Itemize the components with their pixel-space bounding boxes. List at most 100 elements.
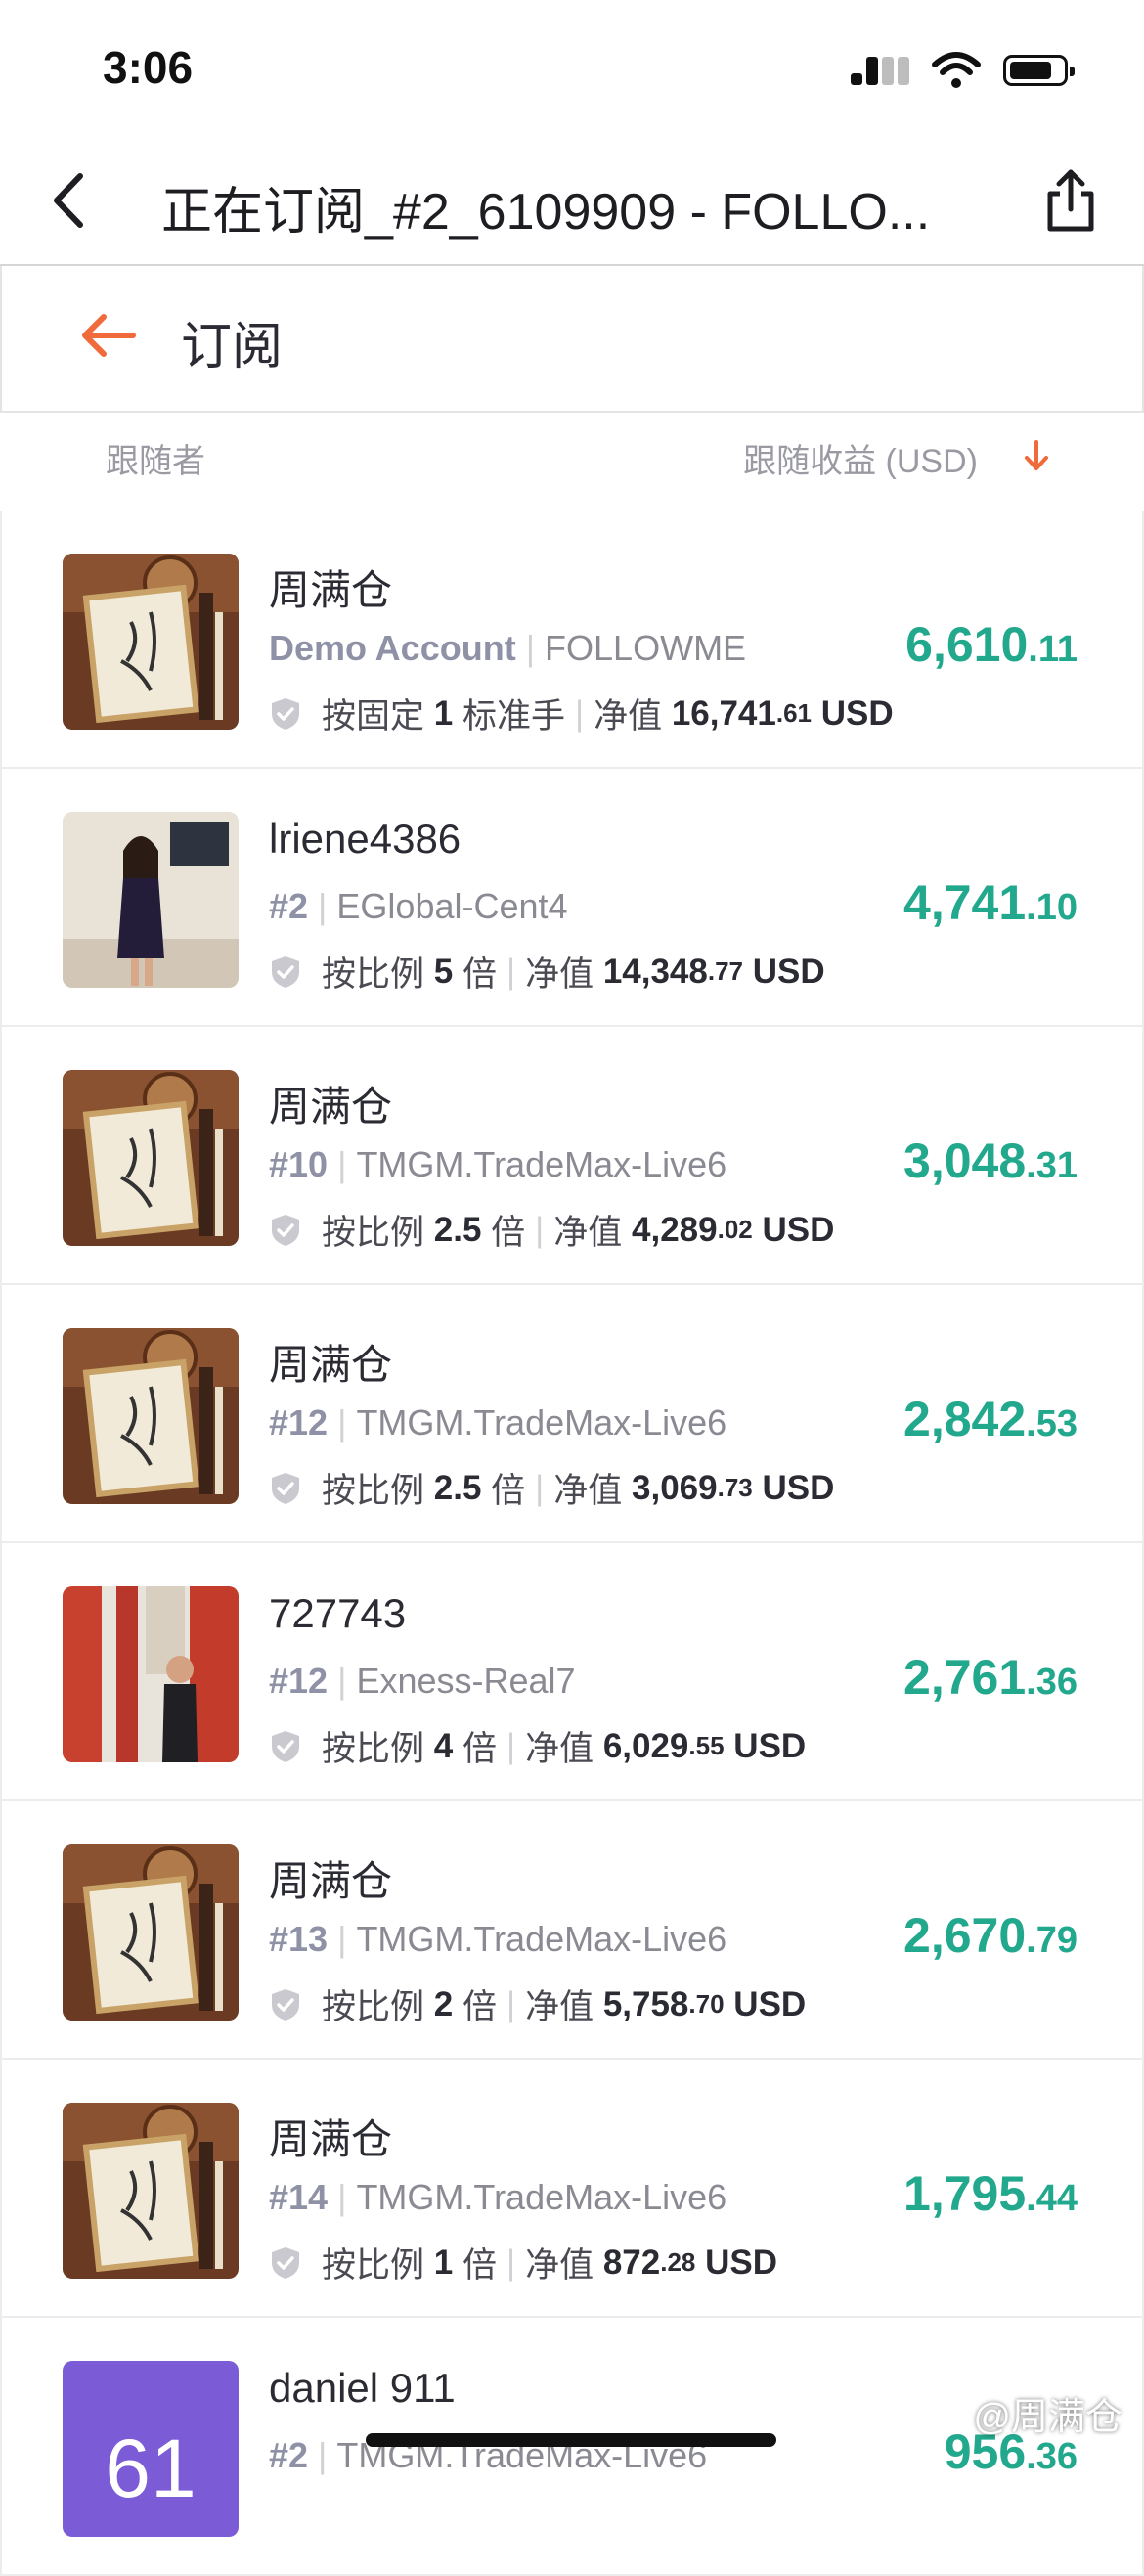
server-name: TMGM.TradeMax-Live6 [356, 1402, 727, 1443]
copy-factor: 4 [433, 1726, 454, 1765]
follower-name: 周满仓 [269, 2116, 393, 2162]
shield-check-icon [272, 697, 299, 730]
copy-settings: 按比例 4 倍 | 净值 6,029.55 USD [269, 1721, 806, 1771]
copy-settings: 按比例 1 倍 | 净值 872.28 USD [269, 2238, 777, 2287]
server-name: EGlobal-Cent4 [336, 886, 568, 926]
equity-int: 14,348 [602, 952, 708, 991]
status-time: 3:06 [103, 42, 194, 93]
avatar-initials: 61 [105, 2421, 197, 2514]
account-id: #14 [269, 2177, 329, 2217]
profit-dec: .11 [1028, 629, 1078, 670]
list-item[interactable]: 周满仓 Demo Account | FOLLOWME 按固定 1 标准手 | 净值 1… [0, 511, 1144, 769]
copy-mode: 按比例 [322, 2246, 425, 2285]
copy-settings: 按比例 5 倍 | 净值 14,348.77 USD [269, 947, 825, 997]
list-item[interactable]: 727743 #12 | Exness-Real7 按比例 4 倍 | 净值 6,029… [0, 1543, 1144, 1801]
copy-mode: 按比例 [322, 1988, 425, 2026]
wifi-icon [932, 52, 981, 88]
back-chevron-icon[interactable] [39, 166, 98, 235]
avatar [63, 554, 239, 730]
server-name: TMGM.TradeMax-Live6 [356, 2177, 727, 2217]
follow-profit: 4,741.10 [903, 874, 1078, 931]
follower-name: 周满仓 [269, 1858, 393, 1904]
profit-dec: .44 [1026, 2178, 1078, 2219]
follow-profit: 2,842.53 [903, 1391, 1078, 1447]
server-name: TMGM.TradeMax-Live6 [356, 1144, 727, 1184]
copy-settings: 按固定 1 标准手 | 净值 16,741.61 USD [269, 688, 894, 738]
list-item[interactable]: 61 daniel 911 #2 | TMGM.TradeMax-Live6 956… [0, 2318, 1144, 2576]
copy-factor: 2 [433, 1984, 454, 2023]
profit-dec: .53 [1026, 1403, 1078, 1444]
equity-int: 872 [602, 2243, 661, 2282]
follower-name: 周满仓 [269, 1342, 393, 1388]
copy-factor: 2.5 [433, 1210, 482, 1249]
profit-dec: .31 [1026, 1145, 1078, 1186]
home-indicator[interactable] [366, 2433, 776, 2447]
account-info: #10 | TMGM.TradeMax-Live6 [269, 1144, 727, 1184]
section-title: 订阅 [181, 319, 284, 376]
equity-label: 净值 [525, 1730, 594, 1768]
profit-dec: .36 [1026, 2436, 1078, 2477]
follower-list: 周满仓 Demo Account | FOLLOWME 按固定 1 标准手 | 净值 1… [0, 511, 1144, 2576]
avatar [63, 1070, 239, 1246]
follower-name: daniel 911 [269, 2365, 456, 2411]
account-id: #13 [269, 1919, 329, 1959]
shield-check-icon [272, 1730, 299, 1762]
back-arrow-icon[interactable] [78, 305, 139, 366]
follower-name: 周满仓 [269, 567, 393, 613]
equity-label: 净值 [525, 955, 594, 994]
avatar [63, 1844, 239, 2021]
status-icons [851, 51, 1075, 90]
follower-name: 727743 [269, 1590, 407, 1636]
account-info: #13 | TMGM.TradeMax-Live6 [269, 1919, 727, 1959]
currency: USD [752, 952, 825, 991]
account-id: #2 [269, 886, 309, 926]
navigation-bar: 正在订阅_#2_6109909 - FOLLO... [0, 137, 1144, 266]
page-title: 正在订阅_#2_6109909 - FOLLO... [161, 184, 931, 241]
equity-label: 净值 [553, 1472, 623, 1510]
copy-unit: 倍 [462, 2246, 497, 2285]
copy-unit: 倍 [491, 1472, 526, 1510]
column-header: 跟随者 跟随收益 (USD) [0, 413, 1144, 511]
list-item[interactable]: 周满仓 #12 | TMGM.TradeMax-Live6 按比例 2.5 倍 | 净值… [0, 1285, 1144, 1543]
sort-down-arrow-icon[interactable] [1017, 436, 1056, 475]
equity-int: 6,029 [602, 1726, 689, 1765]
follow-profit: 1,795.44 [903, 2165, 1078, 2222]
equity-int: 4,289 [632, 1210, 718, 1249]
equity-int: 16,741 [671, 693, 776, 733]
follower-name: 周满仓 [269, 1084, 393, 1130]
list-item[interactable]: 周满仓 #10 | TMGM.TradeMax-Live6 按比例 2.5 倍 | 净值… [0, 1027, 1144, 1285]
profit-dec: .10 [1026, 887, 1078, 928]
column-follow-profit[interactable]: 跟随收益 (USD) [743, 434, 978, 482]
equity-dec: .70 [688, 1989, 725, 2019]
list-item[interactable]: 周满仓 #13 | TMGM.TradeMax-Live6 按比例 2 倍 | 净值 5… [0, 1801, 1144, 2060]
copy-unit: 倍 [462, 1988, 497, 2026]
cellular-signal-icon [851, 56, 909, 85]
copy-factor: 1 [433, 2243, 454, 2282]
equity-dec: .61 [775, 698, 813, 728]
copy-unit: 倍 [491, 1214, 526, 1252]
copy-factor: 1 [433, 693, 454, 733]
avatar [63, 2103, 239, 2279]
avatar: 61 [63, 2361, 239, 2537]
watermark: @周满仓 [973, 2397, 1122, 2438]
account-id: #10 [269, 1144, 329, 1184]
account-id: Demo Account [269, 628, 516, 668]
list-item[interactable]: 周满仓 #14 | TMGM.TradeMax-Live6 按比例 1 倍 | 净值 8… [0, 2060, 1144, 2318]
currency: USD [705, 2243, 778, 2282]
profit-int: 2,761 [903, 1650, 1027, 1705]
copy-mode: 按比例 [322, 955, 425, 994]
account-info: #2 | EGlobal-Cent4 [269, 886, 568, 926]
copy-unit: 倍 [462, 955, 497, 994]
profit-int: 3,048 [903, 1133, 1027, 1188]
copy-factor: 2.5 [433, 1468, 482, 1507]
list-item[interactable]: lriene4386 #2 | EGlobal-Cent4 按比例 5 倍 | 净值 1… [0, 769, 1144, 1027]
currency: USD [762, 1210, 835, 1249]
account-id: #12 [269, 1402, 329, 1443]
shield-check-icon [272, 955, 299, 988]
equity-dec: .55 [688, 1731, 725, 1760]
shield-check-icon [272, 2246, 299, 2279]
follow-profit: 2,761.36 [903, 1649, 1078, 1706]
share-icon[interactable] [1036, 166, 1105, 235]
follow-profit: 2,670.79 [903, 1907, 1078, 1964]
copy-settings: 按比例 2 倍 | 净值 5,758.70 USD [269, 1979, 806, 2029]
